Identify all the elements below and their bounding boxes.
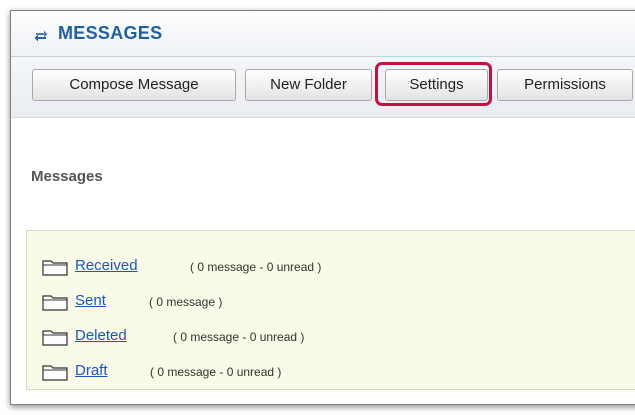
toolbar: Compose Message New Folder Settings Perm… bbox=[11, 57, 635, 118]
folder-icon bbox=[42, 260, 68, 276]
new-folder-button[interactable]: New Folder bbox=[245, 69, 372, 101]
folder-info-draft: ( 0 message - 0 unread ) bbox=[150, 365, 282, 379]
header-bar: MESSAGES bbox=[11, 11, 635, 57]
section-title: Messages bbox=[31, 168, 103, 185]
folder-link-deleted[interactable]: Deleted bbox=[75, 327, 127, 344]
folder-link-sent[interactable]: Sent bbox=[75, 292, 106, 309]
settings-button[interactable]: Settings bbox=[385, 69, 488, 101]
folder-link-draft[interactable]: Draft bbox=[75, 362, 108, 379]
folder-icon bbox=[42, 365, 68, 381]
folder-list: Received ( 0 message - 0 unread ) Sent (… bbox=[26, 230, 635, 390]
compose-message-button[interactable]: Compose Message bbox=[32, 69, 236, 101]
messages-panel: MESSAGES Compose Message New Folder Sett… bbox=[10, 10, 635, 405]
folder-icon bbox=[42, 330, 68, 346]
folder-info-received: ( 0 message - 0 unread ) bbox=[190, 260, 322, 274]
folder-icon bbox=[42, 295, 68, 311]
sync-arrows-icon bbox=[34, 30, 48, 42]
page-title: MESSAGES bbox=[58, 23, 163, 43]
folder-info-deleted: ( 0 message - 0 unread ) bbox=[173, 330, 305, 344]
folder-link-received[interactable]: Received bbox=[75, 257, 138, 274]
folder-info-sent: ( 0 message ) bbox=[149, 295, 223, 309]
permissions-button[interactable]: Permissions bbox=[497, 69, 633, 101]
